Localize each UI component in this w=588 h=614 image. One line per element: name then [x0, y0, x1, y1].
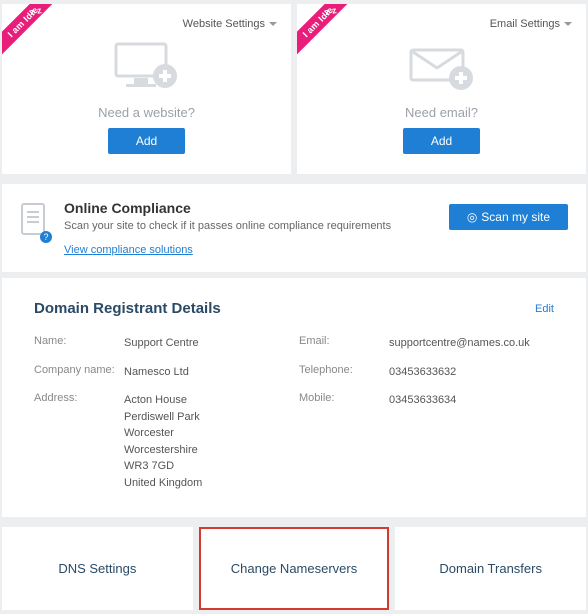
document-icon: ?	[20, 202, 50, 241]
email-card: z z I am Idle Email Settings Need email?…	[297, 4, 586, 174]
compliance-title: Online Compliance	[64, 200, 435, 216]
field-mobile: Mobile: 03453633634	[299, 392, 554, 409]
compliance-subtitle: Scan your site to check if it passes onl…	[64, 220, 435, 232]
field-name: Name: Support Centre	[34, 335, 289, 352]
help-badge-icon: ?	[40, 231, 52, 243]
view-compliance-link[interactable]: View compliance solutions	[64, 244, 193, 256]
add-email-button[interactable]: Add	[403, 128, 480, 154]
field-address: Address: Acton House Perdiswell Park Wor…	[34, 392, 289, 491]
website-prompt: Need a website?	[98, 105, 195, 120]
scan-site-button[interactable]: ◎Scan my site	[449, 204, 568, 230]
registrant-panel: Domain Registrant Details Edit Name: Sup…	[2, 278, 586, 517]
website-settings-menu[interactable]: Website Settings	[183, 18, 277, 30]
edit-registrant-link[interactable]: Edit	[535, 303, 554, 315]
monitor-add-icon	[110, 40, 184, 97]
field-telephone: Telephone: 03453633632	[299, 364, 554, 381]
chevron-down-icon	[564, 22, 572, 26]
sleep-zz-icon: z z	[324, 5, 337, 17]
target-icon: ◎	[467, 210, 477, 224]
email-prompt: Need email?	[405, 105, 478, 120]
add-website-button[interactable]: Add	[108, 128, 185, 154]
website-card: z z I am Idle Website Settings Need a we…	[2, 4, 291, 174]
sleep-zz-icon: z z	[29, 5, 42, 17]
field-company: Company name: Namesco Ltd	[34, 364, 289, 381]
compliance-panel: ? Online Compliance Scan your site to ch…	[2, 184, 586, 272]
chevron-down-icon	[269, 22, 277, 26]
email-settings-menu[interactable]: Email Settings	[490, 18, 572, 30]
registrant-heading: Domain Registrant Details	[34, 300, 221, 317]
envelope-add-icon	[405, 40, 479, 97]
field-email: Email: supportcentre@names.co.uk	[299, 335, 554, 352]
